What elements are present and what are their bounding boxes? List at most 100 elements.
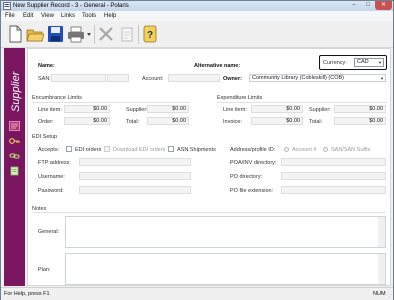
exp-supplier-field[interactable]: $0.00 xyxy=(334,105,386,113)
san-field[interactable] xyxy=(51,74,106,82)
enc-supplier-label: Supplier: xyxy=(126,107,148,113)
download-edi-orders-label: Download EDI orders xyxy=(113,147,166,153)
owner-value: Community Library (Cobleskill) (COB) xyxy=(252,75,344,81)
plan-notes-label: Plan: xyxy=(38,267,51,273)
address-profile-label: Address/profile ID: xyxy=(230,147,276,153)
divider xyxy=(32,212,386,213)
currency-label: Currency: xyxy=(323,60,347,66)
general-notes-label: General: xyxy=(38,229,60,235)
enc-order-label: Order: xyxy=(38,119,54,125)
account-number-option: Account # xyxy=(292,147,317,153)
edi-orders-checkbox[interactable] xyxy=(66,146,72,152)
exp-invoice-field[interactable]: $0.00 xyxy=(251,117,303,125)
minimize-button[interactable]: – xyxy=(347,1,361,10)
save-disk-icon[interactable] xyxy=(47,25,64,43)
account-field[interactable] xyxy=(168,74,220,82)
menu-view[interactable]: View xyxy=(41,13,54,19)
chevron-down-icon: ▼ xyxy=(380,76,384,81)
asn-shipments-label: ASN Shipments xyxy=(177,147,216,153)
encumbrance-limits-header: Encumbrance Limits xyxy=(32,95,82,101)
menu-tools[interactable]: Tools xyxy=(82,13,96,19)
san-suffix-field[interactable] xyxy=(107,74,129,82)
plan-notes-field[interactable] xyxy=(65,253,386,285)
general-notes-field[interactable] xyxy=(65,216,386,248)
help-icon[interactable]: ? xyxy=(142,25,158,43)
supplier-record-icon[interactable] xyxy=(9,121,20,131)
currency-group: Currency: CAD ▼ xyxy=(319,55,387,70)
san-suffix-option: SAN/SAN Suffix xyxy=(331,147,371,153)
print-dropdown-icon[interactable] xyxy=(86,25,92,43)
exp-line-item-label: Line item: xyxy=(223,107,247,113)
asn-shipments-checkbox[interactable] xyxy=(168,146,174,152)
exp-total-field[interactable]: $0.00 xyxy=(334,117,386,125)
key-icon[interactable] xyxy=(9,136,20,146)
password-field[interactable] xyxy=(79,186,191,194)
poa-inv-directory-field[interactable] xyxy=(281,158,386,166)
username-label: Username: xyxy=(38,174,65,180)
menu-edit[interactable]: Edit xyxy=(23,13,33,19)
account-label: Account: xyxy=(142,76,164,82)
window-title: New Supplier Record - 3 - General - Pola… xyxy=(13,3,129,9)
delete-x-icon[interactable] xyxy=(98,25,114,43)
exp-invoice-label: Invoice: xyxy=(223,119,242,125)
sidebar-title: Supplier xyxy=(10,70,22,112)
scrollbar[interactable] xyxy=(378,254,385,284)
name-field[interactable] xyxy=(61,61,186,69)
scrollbar[interactable] xyxy=(378,217,385,247)
notes-icon[interactable] xyxy=(9,166,20,176)
chevron-down-icon: ▼ xyxy=(378,60,382,65)
po-file-extension-field[interactable] xyxy=(281,186,386,194)
exp-supplier-label: Supplier: xyxy=(309,107,331,113)
status-bar: For Help, press F1 NUM xyxy=(1,287,393,300)
menu-links[interactable]: Links xyxy=(61,13,75,19)
sidebar: Supplier xyxy=(4,48,25,286)
num-lock-indicator: NUM xyxy=(373,291,386,297)
close-button[interactable]: ✕ xyxy=(375,1,392,10)
san-suffix-radio[interactable] xyxy=(323,147,328,152)
new-document-icon[interactable] xyxy=(7,25,23,43)
menu-file[interactable]: File xyxy=(5,13,15,19)
status-text: For Help, press F1 xyxy=(4,291,50,297)
enc-total-field[interactable]: $0.00 xyxy=(147,117,189,125)
resize-grip-icon[interactable]: ⋰ xyxy=(387,294,392,300)
enc-line-item-label: Line item: xyxy=(38,107,62,113)
username-field[interactable] xyxy=(79,172,191,180)
menu-help[interactable]: Help xyxy=(104,13,116,19)
divider xyxy=(217,102,387,103)
edi-orders-label: EDI orders xyxy=(75,147,102,153)
po-directory-field[interactable] xyxy=(281,172,386,180)
currency-select[interactable]: CAD ▼ xyxy=(354,58,384,67)
san-label: SAN: xyxy=(38,76,51,82)
exp-total-label: Total: xyxy=(309,119,323,125)
edi-setup-header: EDI Setup xyxy=(32,134,58,140)
svg-text:?: ? xyxy=(147,30,153,41)
name-label: Name: xyxy=(38,63,55,69)
title-bar[interactable]: New Supplier Record - 3 - General - Pola… xyxy=(1,1,393,11)
toolbar: ? xyxy=(1,21,393,48)
account-number-radio[interactable] xyxy=(284,147,289,152)
enc-order-field[interactable]: $0.00 xyxy=(64,117,110,125)
accepts-label: Accepts: xyxy=(38,147,60,153)
enc-supplier-field[interactable]: $0.00 xyxy=(147,105,189,113)
ftp-address-field[interactable] xyxy=(79,158,191,166)
svg-text:Supplier: Supplier xyxy=(10,70,22,112)
exp-line-item-field[interactable]: $0.00 xyxy=(251,105,303,113)
open-folder-icon[interactable] xyxy=(26,25,44,43)
poa-inv-directory-label: POA/INV directory: xyxy=(230,160,277,166)
toolbar-separator xyxy=(94,25,95,44)
app-icon xyxy=(3,2,11,10)
enc-line-item-field[interactable]: $0.00 xyxy=(64,105,110,113)
print-icon[interactable] xyxy=(67,25,85,43)
maximize-button[interactable]: □ xyxy=(361,1,375,10)
link-icon[interactable] xyxy=(9,151,20,161)
toolbar-separator xyxy=(138,25,139,44)
owner-select[interactable]: Community Library (Cobleskill) (COB) ▼ xyxy=(249,74,386,82)
expenditure-limits-header: Expenditure Limits xyxy=(217,95,263,101)
password-label: Password: xyxy=(38,188,64,194)
download-edi-orders-checkbox[interactable] xyxy=(104,146,110,152)
alternative-name-label: Alternative name: xyxy=(194,63,241,69)
copy-icon[interactable] xyxy=(119,25,135,43)
po-directory-label: PO directory: xyxy=(230,174,263,180)
alternative-name-field[interactable] xyxy=(248,61,316,69)
application-window: New Supplier Record - 3 - General - Pola… xyxy=(0,0,394,300)
